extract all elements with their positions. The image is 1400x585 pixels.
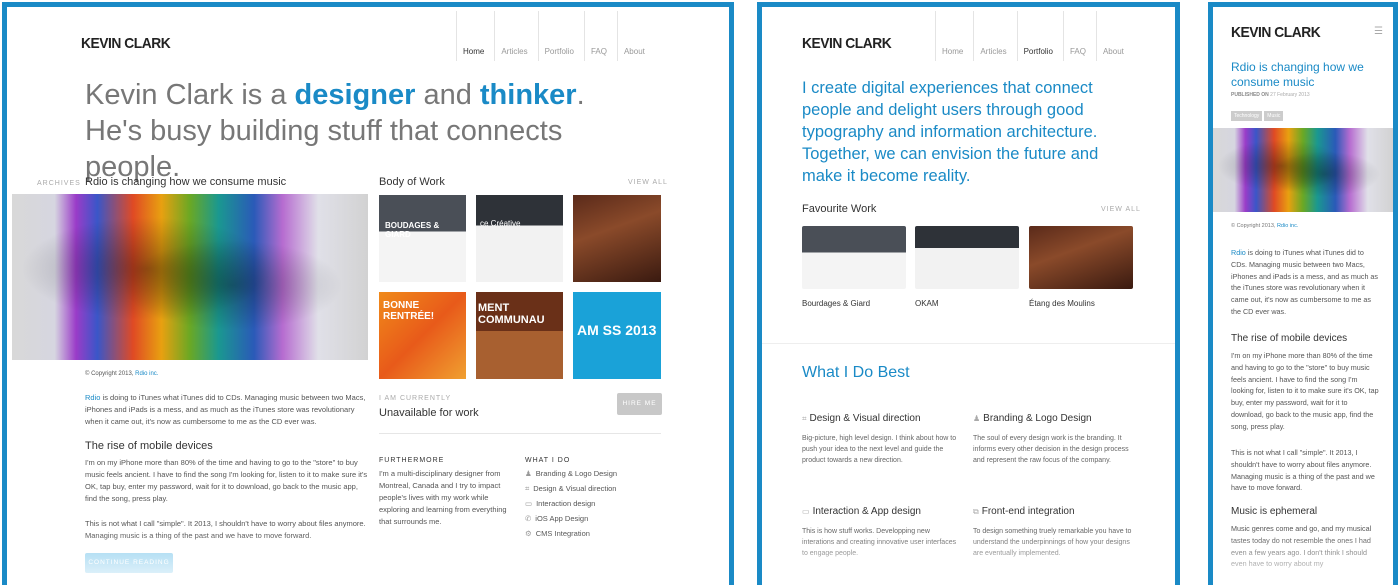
hire-me-button[interactable]: HIRE ME: [617, 393, 662, 415]
article-paragraph: Music genres come and go, and my musical…: [1231, 524, 1372, 569]
furthermore-text: I'm a multi-disciplinary designer from M…: [379, 469, 507, 526]
tag-list: Technology Music: [1231, 104, 1285, 122]
article-intro: Rdio is doing to iTunes what iTunes did …: [85, 393, 366, 426]
view-all-link[interactable]: VIEW ALL: [1101, 206, 1141, 213]
main-nav: Home Articles Portfolio FAQ About: [935, 11, 1134, 61]
favourite-work-title: Favourite Work: [802, 203, 877, 215]
portfolio-thumb[interactable]: BONNE RENTRÉE!: [379, 292, 466, 379]
work-caption[interactable]: Bourdages & Giard: [802, 299, 870, 308]
rdio-link[interactable]: Rdio: [85, 393, 100, 402]
mobile-preview: KEVIN CLARK ☰ Rdio is changing how we co…: [1208, 2, 1398, 585]
work-caption[interactable]: Étang des Moulins: [1029, 299, 1095, 308]
nav-home[interactable]: Home: [935, 11, 973, 61]
furthermore-label: FURTHERMORE: [379, 457, 445, 464]
portfolio-thumb[interactable]: ce Créative: [476, 195, 563, 282]
gear-icon: ⚙: [525, 529, 532, 538]
work-thumb[interactable]: [802, 226, 906, 289]
what-i-do-list: ♟ Branding & Logo Design ⌗ Design & Visual…: [525, 466, 617, 541]
work-thumb[interactable]: [915, 226, 1019, 289]
site-logo[interactable]: KEVIN CLARK: [1231, 24, 1321, 41]
list-item: ✆ iOS App Design: [525, 514, 589, 523]
skill-heading: ▭ Interaction & App design: [802, 506, 921, 517]
skill-text: To design something truely remarkable yo…: [973, 528, 1132, 557]
archives-link[interactable]: ARCHIVES: [37, 180, 81, 187]
rdio-link[interactable]: Rdio: [1231, 248, 1246, 257]
nav-articles[interactable]: Articles: [494, 11, 537, 61]
skill-heading: ⌗ Design & Visual direction: [802, 413, 921, 424]
skill-text: The soul of every design work is the bra…: [973, 435, 1129, 464]
phone-icon: ✆: [525, 514, 532, 523]
divider: [762, 343, 1175, 344]
view-all-link[interactable]: VIEW ALL: [628, 179, 668, 186]
divider: [379, 433, 661, 434]
article-subheading: The rise of mobile devices: [85, 440, 213, 452]
article-paragraph: This is not what I call "simple". It 201…: [1231, 448, 1375, 493]
tablet-preview: KEVIN CLARK Home Articles Portfolio FAQ …: [757, 2, 1180, 585]
body-of-work-title: Body of Work: [379, 176, 445, 188]
nav-articles[interactable]: Articles: [973, 11, 1016, 61]
article-paragraph: This is not what I call "simple". It 201…: [85, 519, 366, 540]
article-hero-image: [12, 194, 368, 360]
hero-statement: Kevin Clark is a designer and thinker. H…: [85, 79, 585, 183]
monitor-icon: ▭: [525, 499, 533, 508]
work-thumb[interactable]: [1029, 226, 1133, 289]
portfolio-thumb[interactable]: [573, 195, 661, 282]
article-paragraph: I'm on my iPhone more than 80% of the ti…: [85, 458, 368, 503]
skill-text: This is how stuff works. Developping new…: [802, 528, 957, 557]
list-item: ♟ Branding & Logo Design: [525, 469, 618, 478]
work-caption[interactable]: OKAM: [915, 299, 939, 308]
nav-faq[interactable]: FAQ: [583, 11, 617, 61]
list-item: ⌗ Design & Visual direction: [525, 484, 617, 493]
monitor-icon: ▭: [802, 507, 810, 516]
site-logo[interactable]: KEVIN CLARK: [802, 35, 892, 52]
main-nav: Home Articles Portfolio FAQ About: [456, 11, 655, 61]
tag[interactable]: Technology: [1231, 111, 1263, 121]
site-logo[interactable]: KEVIN CLARK: [81, 35, 171, 52]
image-credit: © Copyright 2013, Rdio inc.: [1231, 223, 1299, 229]
skill-heading: ⧉ Front-end integration: [973, 506, 1075, 517]
currently-label: I AM CURRENTLY: [379, 395, 452, 402]
list-item: ▭ Interaction design: [525, 499, 596, 508]
code-icon: ⧉: [973, 507, 979, 516]
image-credit: © Copyright 2013, Rdio inc.: [85, 371, 159, 377]
skill-text: Big-picture, high level design. I think …: [802, 435, 957, 464]
desktop-preview: KEVIN CLARK Home Articles Portfolio FAQ …: [2, 2, 734, 585]
article-intro: Rdio is doing to iTunes what iTunes did …: [1231, 248, 1379, 316]
article-title[interactable]: Rdio is changing how we consume music: [85, 176, 286, 188]
published-meta: PUBLISHED ON 27 February 2013: [1231, 92, 1310, 98]
portfolio-thumb[interactable]: AM SS 2013: [573, 292, 661, 379]
what-i-do-label: WHAT I DO: [525, 457, 571, 464]
nav-portfolio[interactable]: Portfolio: [1016, 11, 1063, 61]
nav-about[interactable]: About: [1095, 11, 1134, 61]
nav-faq[interactable]: FAQ: [1062, 11, 1096, 61]
credit-link[interactable]: Rdio inc.: [1277, 223, 1298, 229]
credit-link[interactable]: Rdio inc.: [135, 371, 158, 377]
nav-portfolio[interactable]: Portfolio: [537, 11, 584, 61]
list-item: ⚙ CMS Integration: [525, 529, 590, 538]
tag[interactable]: Music: [1264, 111, 1284, 121]
tagline: I create digital experiences that connec…: [802, 79, 1099, 185]
what-i-do-best-title: What I Do Best: [802, 364, 910, 381]
crop-icon: ⌗: [802, 414, 807, 423]
portfolio-thumb[interactable]: BOUDAGES & GIARD: [379, 195, 466, 282]
person-icon: ♟: [525, 469, 532, 478]
nav-about[interactable]: About: [616, 11, 655, 61]
article-subheading: Music is ephemeral: [1231, 506, 1318, 517]
article-paragraph: I'm on my iPhone more than 80% of the ti…: [1231, 351, 1379, 431]
nav-home[interactable]: Home: [456, 11, 494, 61]
continue-reading-button[interactable]: CONTINUE READING: [85, 553, 173, 573]
article-title[interactable]: Rdio is changing how we consume music: [1231, 60, 1381, 90]
portfolio-thumb[interactable]: MENT COMMUNAU: [476, 292, 563, 379]
availability-status: Unavailable for work: [379, 407, 479, 419]
article-hero-image: [1213, 128, 1393, 212]
person-icon: ♟: [973, 414, 981, 423]
menu-icon[interactable]: ☰: [1374, 26, 1383, 37]
crop-icon: ⌗: [525, 484, 530, 493]
skill-heading: ♟ Branding & Logo Design: [973, 413, 1092, 424]
article-subheading: The rise of mobile devices: [1231, 333, 1348, 344]
